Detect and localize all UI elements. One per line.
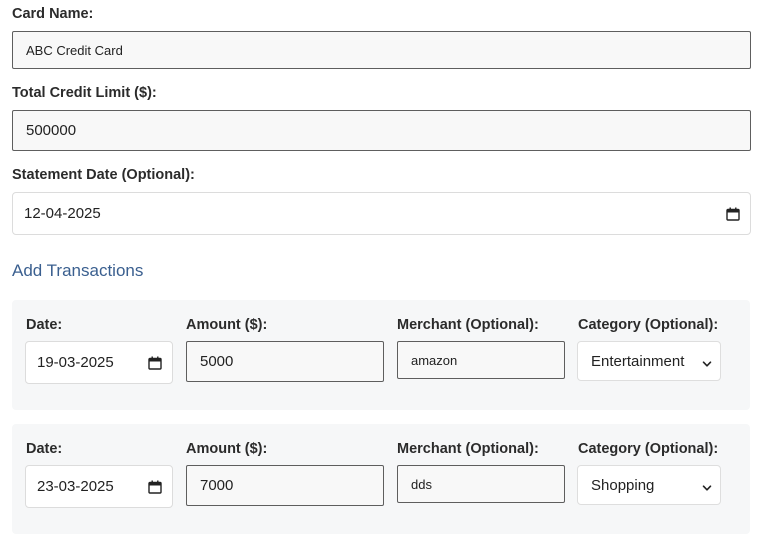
transaction-category-value: Entertainment <box>591 352 685 370</box>
transaction-category-value: Shopping <box>591 476 655 494</box>
transaction-merchant-input[interactable]: amazon <box>397 341 565 379</box>
chevron-down-icon <box>702 356 712 367</box>
add-transactions-heading: Add Transactions <box>12 261 144 280</box>
calendar-icon[interactable] <box>726 207 740 221</box>
credit-limit-input[interactable]: 500000 <box>12 110 751 151</box>
credit-limit-label: Total Credit Limit ($): <box>12 85 157 101</box>
calendar-icon[interactable] <box>148 356 162 370</box>
transaction-row: Date: 19-03-2025 Amount ($): 5000 Mercha… <box>12 300 750 410</box>
transaction-row: Date: 23-03-2025 Amount ($): 7000 Mercha… <box>12 424 750 534</box>
transaction-amount-input[interactable]: 7000 <box>186 465 384 506</box>
transaction-date-value: 19-03-2025 <box>37 354 114 371</box>
transaction-date-input[interactable]: 19-03-2025 <box>25 341 173 384</box>
transaction-amount-label: Amount ($): <box>186 441 268 457</box>
chevron-down-icon <box>702 480 712 491</box>
transaction-date-label: Date: <box>26 317 63 333</box>
transaction-merchant-label: Merchant (Optional): <box>397 317 539 333</box>
transaction-amount-label: Amount ($): <box>186 317 268 333</box>
transaction-amount-input[interactable]: 5000 <box>186 341 384 382</box>
transaction-date-label: Date: <box>26 441 63 457</box>
transaction-amount-value: 7000 <box>200 477 234 494</box>
transaction-category-label: Category (Optional): <box>578 441 719 457</box>
statement-date-value: 12-04-2025 <box>24 205 101 222</box>
statement-date-input[interactable]: 12-04-2025 <box>12 192 751 235</box>
credit-limit-value: 500000 <box>26 122 77 139</box>
transaction-merchant-value: dds <box>411 476 432 492</box>
transaction-category-select[interactable]: Shopping <box>577 465 721 505</box>
transaction-amount-value: 5000 <box>200 353 234 370</box>
transaction-merchant-label: Merchant (Optional): <box>397 441 539 457</box>
transaction-date-input[interactable]: 23-03-2025 <box>25 465 173 508</box>
transaction-category-select[interactable]: Entertainment <box>577 341 721 381</box>
calendar-icon[interactable] <box>148 480 162 494</box>
transaction-merchant-input[interactable]: dds <box>397 465 565 503</box>
card-name-label: Card Name: <box>12 6 94 22</box>
transaction-date-value: 23-03-2025 <box>37 478 114 495</box>
transaction-merchant-value: amazon <box>411 352 458 368</box>
card-name-value: ABC Credit Card <box>26 42 123 58</box>
statement-date-label: Statement Date (Optional): <box>12 167 195 183</box>
card-name-input[interactable]: ABC Credit Card <box>12 31 751 69</box>
transaction-category-label: Category (Optional): <box>578 317 719 333</box>
